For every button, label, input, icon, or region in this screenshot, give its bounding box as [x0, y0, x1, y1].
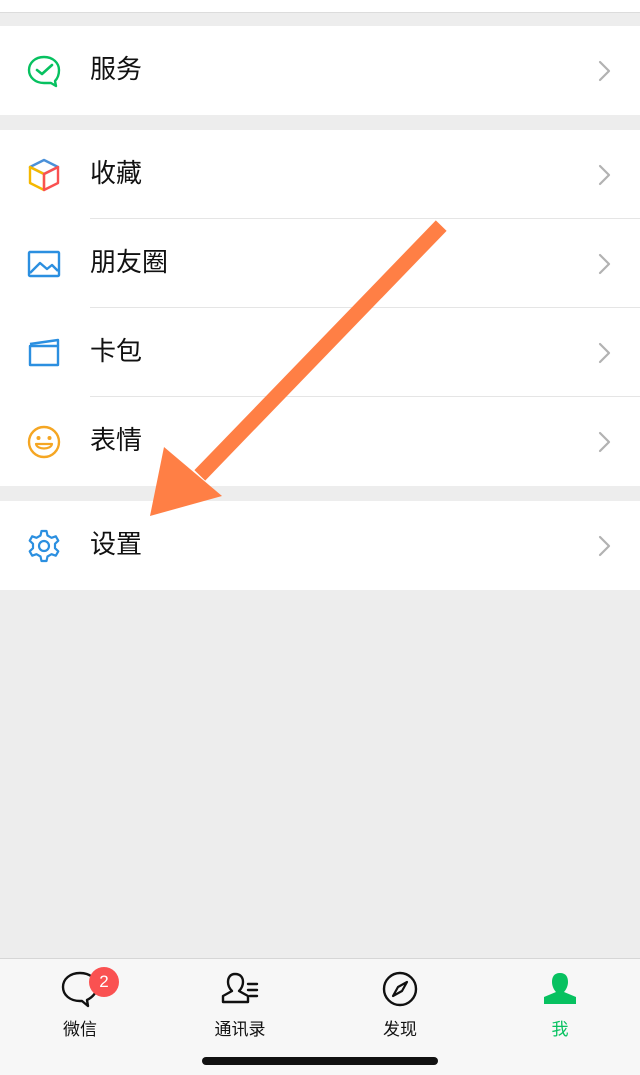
menu-item-stickers[interactable]: 表情: [0, 397, 640, 486]
service-check-icon: [26, 53, 62, 89]
menu-item-moments[interactable]: 朋友圈: [0, 219, 640, 308]
chevron-right-icon: [598, 535, 612, 557]
menu-item-settings-label: 设置: [90, 530, 143, 560]
tab-contacts[interactable]: 通讯录: [160, 959, 320, 1049]
menu-item-moments-label: 朋友圈: [90, 248, 169, 278]
top-strip: [0, 0, 640, 13]
chevron-right-icon: [598, 164, 612, 186]
menu-group-service: 服务: [0, 26, 640, 115]
tab-discover[interactable]: 发现: [320, 959, 480, 1049]
menu-group-settings: 设置: [0, 501, 640, 590]
tab-chats-label: 微信: [63, 1020, 97, 1040]
tab-chats[interactable]: 2 微信: [0, 959, 160, 1049]
menu-item-favorites[interactable]: 收藏: [0, 130, 640, 219]
menu-item-cards[interactable]: 卡包: [0, 308, 640, 397]
stickers-smile-icon: [26, 424, 62, 460]
me-person-icon: [540, 969, 580, 1009]
discover-compass-icon: [380, 969, 420, 1009]
favorites-cube-icon: [26, 157, 62, 193]
menu-group-features: 收藏 朋友圈 卡包 表情: [0, 130, 640, 486]
chevron-right-icon: [598, 431, 612, 453]
tab-discover-label: 发现: [383, 1020, 417, 1040]
cards-wallet-icon: [26, 335, 62, 371]
chevron-right-icon: [598, 253, 612, 275]
menu-item-service[interactable]: 服务: [0, 26, 640, 115]
menu-item-settings[interactable]: 设置: [0, 501, 640, 590]
chevron-right-icon: [598, 60, 612, 82]
menu-item-service-label: 服务: [90, 55, 143, 85]
menu-item-stickers-label: 表情: [90, 426, 143, 456]
menu-item-favorites-label: 收藏: [90, 159, 143, 189]
chevron-right-icon: [598, 342, 612, 364]
menu-item-cards-label: 卡包: [90, 337, 143, 367]
unread-badge: 2: [89, 967, 119, 997]
contacts-person-icon: [220, 969, 260, 1009]
moments-picture-icon: [26, 246, 62, 282]
home-indicator: [202, 1057, 438, 1065]
tab-me[interactable]: 我: [480, 959, 640, 1049]
tab-contacts-label: 通讯录: [214, 1020, 266, 1040]
settings-gear-icon: [26, 528, 62, 564]
tab-me-label: 我: [551, 1020, 569, 1040]
